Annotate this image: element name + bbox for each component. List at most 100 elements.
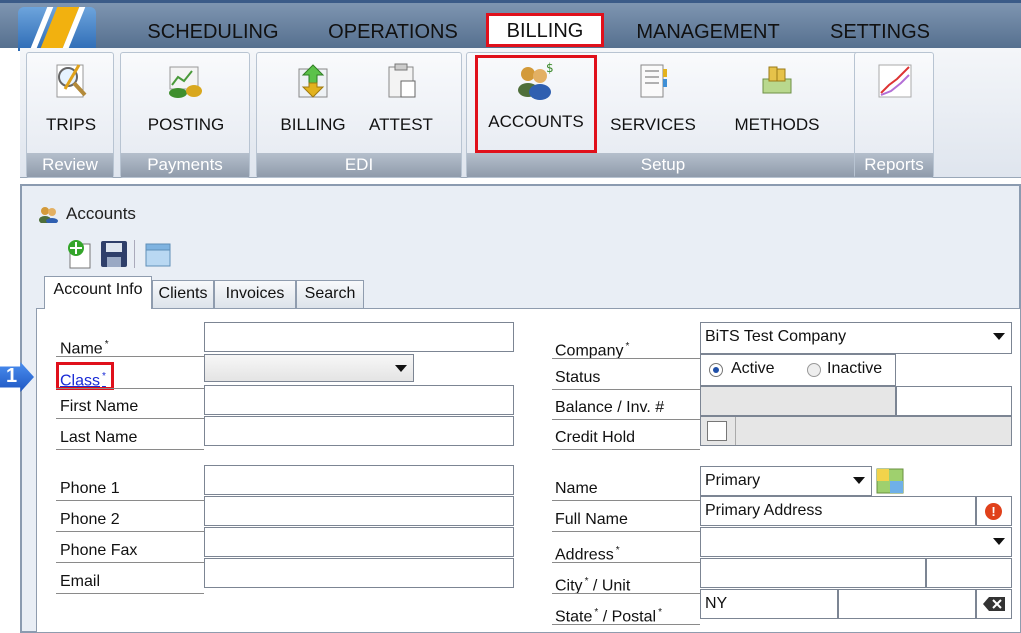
methods-icon (762, 66, 792, 94)
menu-management[interactable]: MANAGEMENT (624, 15, 792, 49)
archive-icon[interactable] (142, 238, 174, 270)
tab-clients[interactable]: Clients (152, 280, 214, 308)
chevron-down-icon (993, 538, 1005, 545)
full-name-error-cell: ! (976, 496, 1012, 526)
toolbar (36, 236, 1021, 272)
class-label-link[interactable]: Class * (60, 366, 106, 389)
status-radio-group: Active Inactive (700, 354, 896, 386)
company-select[interactable]: BiTS Test Company (700, 322, 1012, 354)
ribbon-group-edi: BILLING ATTEST EDI (256, 52, 462, 178)
address-name-label: Name (555, 480, 598, 497)
menu-scheduling[interactable]: SCHEDULING (140, 15, 286, 49)
name-underline (56, 356, 204, 357)
radio-active[interactable] (709, 363, 723, 377)
full-name-underline (552, 531, 700, 532)
credit-hold-row (700, 416, 1012, 446)
email-label: Email (60, 573, 101, 590)
chevron-down-icon (395, 365, 407, 372)
ribbon-button-attest[interactable]: ATTEST (353, 59, 449, 143)
state-input[interactable]: NY (700, 589, 838, 619)
last-name-label: Last Name (60, 429, 138, 446)
email-input[interactable] (204, 558, 514, 588)
unit-input[interactable] (926, 558, 1012, 588)
menu-billing[interactable]: BILLING (486, 13, 604, 47)
last-name-input[interactable] (204, 416, 514, 446)
status-underline (552, 389, 700, 390)
ribbon-group-label: Payments (121, 153, 249, 177)
phone-fax-label: Phone Fax (60, 542, 138, 559)
name-label: Name * (60, 339, 109, 358)
phone-fax-input[interactable] (204, 527, 514, 557)
address-select[interactable] (700, 527, 1012, 557)
reports-chart-icon (878, 64, 912, 98)
tab-strip: Account Info Clients Invoices Search (36, 276, 1021, 309)
full-name-input[interactable]: Primary Address (700, 496, 976, 526)
ribbon-button-trips[interactable]: TRIPS (23, 59, 119, 143)
ribbon-group-setup: $ ACCOUNTS SERVICES METHODS Setup (466, 52, 860, 178)
trips-icon (56, 64, 87, 98)
tab-account-info[interactable]: Account Info (44, 276, 152, 309)
ribbon: TRIPS Review POSTING Payments BILLING AT… (20, 48, 1021, 178)
radio-active-label: Active (731, 360, 775, 377)
menu-settings[interactable]: SETTINGS (822, 15, 938, 49)
ribbon-button-accounts[interactable]: $ ACCOUNTS (475, 55, 597, 153)
ribbon-button-reports[interactable] (847, 59, 943, 143)
status-label: Status (555, 369, 601, 386)
phone1-underline (56, 500, 204, 501)
ribbon-button-methods[interactable]: METHODS (717, 59, 837, 143)
accounts-icon: $ (518, 61, 554, 100)
state-label: State * / Postal * (555, 607, 662, 626)
save-icon[interactable] (98, 238, 130, 270)
services-icon (640, 64, 667, 98)
menu-operations[interactable]: OPERATIONS (320, 15, 466, 49)
top-menu-bar: SCHEDULING OPERATIONS BILLING MANAGEMENT… (0, 0, 1021, 51)
city-underline (552, 593, 700, 594)
city-label: City * / Unit (555, 576, 631, 595)
attest-icon (388, 63, 416, 98)
city-input[interactable] (700, 558, 926, 588)
class-underline (56, 388, 204, 389)
state-underline (552, 624, 700, 625)
alert-icon: ! (985, 503, 1002, 520)
balance-label: Balance / Inv. # (555, 399, 665, 416)
address-name-underline (552, 500, 700, 501)
invoice-number-field (896, 386, 1012, 416)
address-label: Address * (555, 545, 620, 564)
company-label: Company * (555, 341, 630, 360)
class-select[interactable] (204, 354, 414, 382)
name-input[interactable] (204, 322, 514, 352)
phone1-input[interactable] (204, 465, 514, 495)
email-underline (56, 593, 204, 594)
phone2-label: Phone 2 (60, 511, 120, 528)
new-record-icon[interactable] (64, 238, 96, 270)
ribbon-button-services[interactable]: SERVICES (605, 59, 701, 143)
address-underline (552, 562, 700, 563)
first-name-label: First Name (60, 398, 139, 415)
map-icon[interactable] (876, 468, 904, 494)
postal-input[interactable] (838, 589, 976, 619)
backspace-icon (983, 597, 1005, 611)
svg-text:$: $ (546, 61, 554, 75)
ribbon-group-label: Review (27, 153, 113, 177)
last-name-underline (56, 449, 204, 450)
phone-fax-underline (56, 562, 204, 563)
credit-hold-checkbox[interactable] (707, 421, 727, 441)
full-name-label: Full Name (555, 511, 628, 528)
chevron-down-icon (853, 477, 865, 484)
radio-inactive-label: Inactive (827, 360, 883, 377)
phone2-input[interactable] (204, 496, 514, 526)
accounts-small-icon (39, 207, 58, 223)
tab-invoices[interactable]: Invoices (214, 280, 296, 308)
ribbon-button-billing[interactable]: BILLING (265, 59, 361, 143)
ribbon-group-payments: POSTING Payments (120, 52, 250, 178)
first-name-input[interactable] (204, 385, 514, 415)
window-title: Accounts (66, 204, 136, 223)
clear-button[interactable] (976, 589, 1012, 619)
address-name-select[interactable]: Primary (700, 466, 872, 496)
ribbon-group-label: EDI (257, 153, 461, 177)
ribbon-button-posting[interactable]: POSTING (138, 59, 234, 143)
phone2-underline (56, 531, 204, 532)
credit-hold-underline (552, 449, 700, 450)
tab-search[interactable]: Search (296, 280, 364, 308)
radio-inactive[interactable] (807, 363, 821, 377)
